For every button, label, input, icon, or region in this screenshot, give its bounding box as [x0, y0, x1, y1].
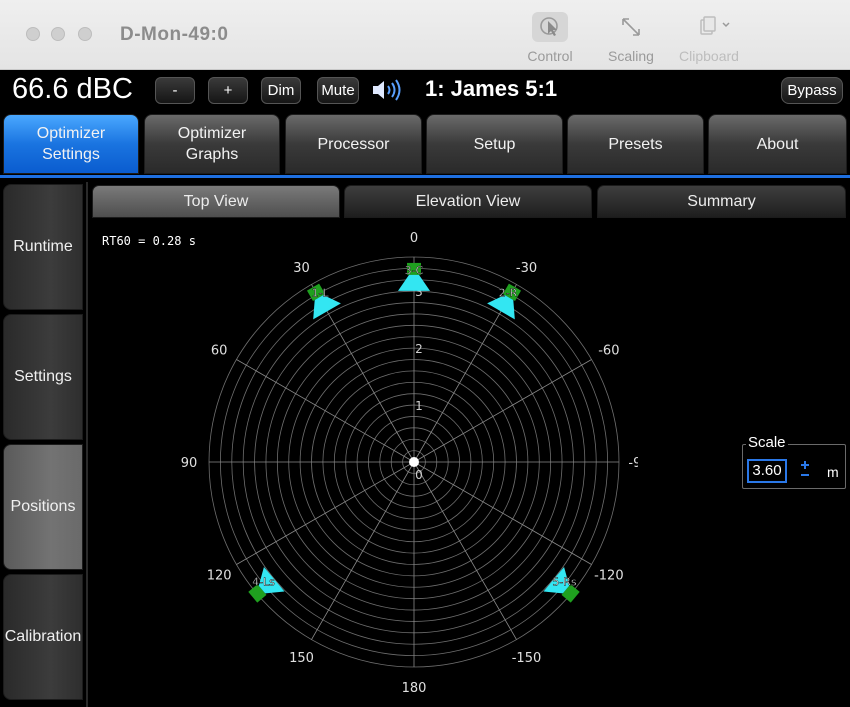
- speaker-position-polar-plot[interactable]: 0-30-60-90-120-15018015012090603001233-C…: [178, 232, 638, 707]
- radial-tick-label: 0: [415, 468, 423, 482]
- tab-summary[interactable]: Summary: [597, 185, 846, 218]
- spl-level-readout: 66.6 dBC: [12, 73, 133, 105]
- angle-tick-label: 0: [410, 232, 418, 246]
- scale-group: Scale 3.60 m: [742, 434, 846, 489]
- speaker-cone: [398, 274, 430, 291]
- scale-label: Scale: [746, 434, 788, 451]
- speaker-label: 2-R: [499, 286, 518, 299]
- control-tool-button[interactable]: Control: [510, 12, 590, 64]
- angle-tick-label: -30: [516, 261, 537, 276]
- radial-tick-label: 2: [415, 342, 423, 356]
- angle-tick-label: -60: [598, 344, 619, 359]
- pointer-icon: [532, 12, 568, 42]
- angle-tick-label: 180: [402, 681, 427, 696]
- clipboard-tool-button[interactable]: Clipboard: [669, 12, 749, 64]
- view-tab-bar: Top View Elevation View Summary: [92, 185, 848, 219]
- tab-label-line2: Settings: [42, 146, 100, 163]
- tab-label-line1: Optimizer: [177, 125, 247, 142]
- tab-underline: [0, 175, 850, 178]
- control-label: Control: [527, 48, 573, 64]
- side-tab-calibration[interactable]: Calibration: [3, 574, 83, 700]
- radial-tick-label: 1: [415, 399, 423, 413]
- bypass-button[interactable]: Bypass: [781, 77, 843, 104]
- scale-stepper[interactable]: [799, 458, 811, 482]
- tab-elevation-view[interactable]: Elevation View: [344, 185, 592, 218]
- listener-position-marker: [409, 457, 419, 467]
- resize-arrows-icon: [613, 12, 649, 42]
- mute-button[interactable]: Mute: [317, 77, 359, 104]
- tab-optimizer-graphs[interactable]: Optimizer Graphs: [144, 114, 280, 174]
- angle-tick-label: 30: [293, 261, 310, 276]
- speaker-label: 1-L: [311, 286, 329, 299]
- volume-down-button[interactable]: -: [155, 77, 195, 104]
- side-tab-positions[interactable]: Positions: [3, 444, 83, 570]
- tab-label-line2: Graphs: [185, 146, 239, 163]
- speaker-label: 4-Ls: [252, 575, 275, 588]
- active-preset-label: 1: James 5:1: [425, 76, 558, 101]
- zoom-window-button[interactable]: [78, 27, 92, 41]
- top-status-bar: 66.6 dBC - + Dim Mute 1: James 5:1 Bypas…: [0, 70, 850, 110]
- tab-presets[interactable]: Presets: [567, 114, 704, 174]
- side-tab-settings[interactable]: Settings: [3, 314, 83, 440]
- positions-panel: Top View Elevation View Summary RT60 = 0…: [86, 182, 850, 707]
- angle-tick-label: 120: [207, 569, 232, 584]
- close-window-button[interactable]: [26, 27, 40, 41]
- angle-tick-label: -90: [628, 456, 638, 471]
- app-area: 66.6 dBC - + Dim Mute 1: James 5:1 Bypas…: [0, 70, 850, 707]
- side-tab-runtime[interactable]: Runtime: [3, 184, 83, 310]
- scale-input[interactable]: 3.60: [747, 459, 787, 483]
- tab-setup[interactable]: Setup: [426, 114, 563, 174]
- minimize-window-button[interactable]: [51, 27, 65, 41]
- side-nav: Runtime Settings Positions Calibration: [0, 182, 84, 707]
- window-title: D-Mon-49:0: [120, 24, 229, 45]
- tab-processor[interactable]: Processor: [285, 114, 422, 174]
- tab-top-view[interactable]: Top View: [92, 185, 340, 218]
- clipboard-label: Clipboard: [679, 48, 739, 64]
- angle-tick-label: 60: [211, 344, 228, 359]
- angle-tick-label: 90: [181, 456, 198, 471]
- angle-tick-label: -120: [594, 569, 624, 584]
- main-tab-bar: Optimizer Settings Optimizer Graphs Proces…: [0, 114, 850, 176]
- clipboard-icon: [691, 12, 730, 42]
- window-titlebar: D-Mon-49:0 Control Scaling Clipboard: [0, 0, 850, 70]
- scale-unit: m: [827, 464, 839, 480]
- speaker-label: 5-Rs: [552, 575, 577, 588]
- tab-label-line1: Optimizer: [36, 125, 106, 142]
- angle-tick-label: 150: [289, 651, 314, 666]
- angle-tick-label: -150: [512, 651, 542, 666]
- dim-button[interactable]: Dim: [261, 77, 301, 104]
- tab-about[interactable]: About: [708, 114, 847, 174]
- tab-optimizer-settings[interactable]: Optimizer Settings: [3, 114, 139, 174]
- speaker-label: 3-C: [405, 264, 424, 277]
- scaling-tool-button[interactable]: Scaling: [591, 12, 671, 64]
- volume-up-button[interactable]: +: [208, 77, 248, 104]
- scaling-label: Scaling: [608, 48, 654, 64]
- speaker-volume-icon[interactable]: [371, 78, 405, 102]
